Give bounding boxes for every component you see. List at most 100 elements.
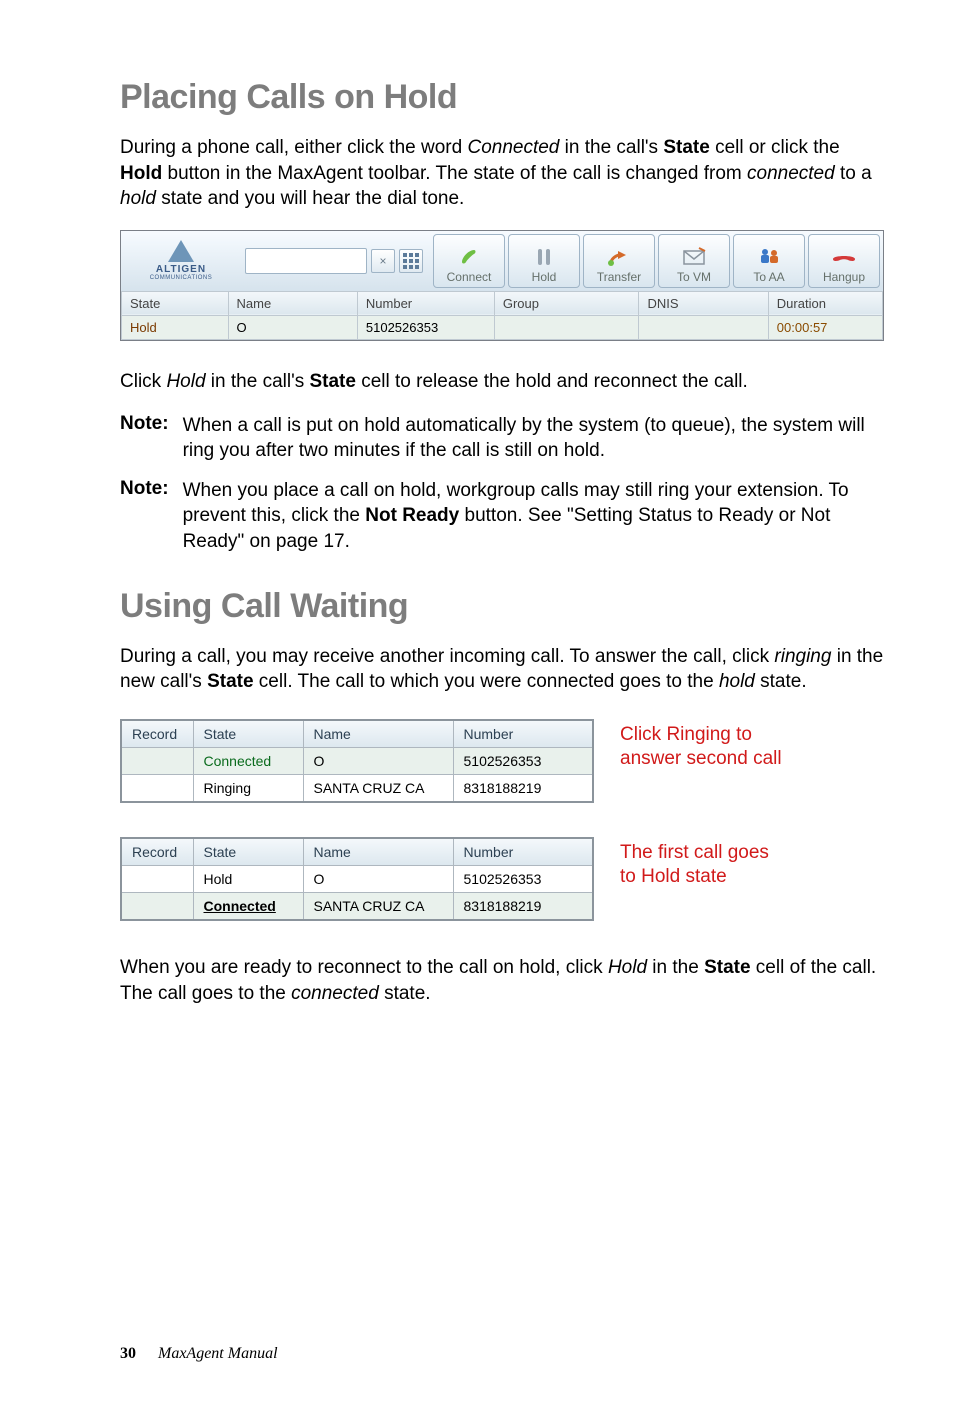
logo-text: ALTIGEN [156, 264, 206, 275]
page-number: 30 [120, 1345, 136, 1362]
toolbar-top: ALTIGEN COMMUNICATIONS × Connect [121, 231, 883, 291]
note-2: Note: When you place a call on hold, wor… [120, 478, 884, 555]
cell-duration: 00:00:57 [768, 315, 882, 339]
t: Not Ready [365, 505, 459, 526]
cell-name: SANTA CRUZ CA [303, 893, 453, 921]
col-group[interactable]: Group [494, 291, 639, 315]
cell-group [494, 315, 639, 339]
cell-number: 8318188219 [453, 775, 593, 803]
annotation-first-call-hold: The first call goes to Hold state [620, 841, 790, 889]
col-name[interactable]: Name [303, 720, 453, 748]
col-number[interactable]: Number [357, 291, 494, 315]
hangup-button[interactable]: Hangup [808, 234, 880, 288]
col-state[interactable]: State [122, 291, 229, 315]
transfer-icon [606, 244, 632, 270]
t: State [207, 671, 253, 692]
t: cell or click the [710, 137, 840, 158]
to-aa-button[interactable]: To AA [733, 234, 805, 288]
t: State [663, 137, 709, 158]
table-row[interactable]: Connected O 5102526353 [121, 748, 593, 775]
toolbar-buttons: Connect Hold Transfer To VM [427, 231, 883, 291]
cell-name: O [303, 866, 453, 893]
t: to a [835, 163, 872, 184]
col-number[interactable]: Number [453, 720, 593, 748]
cell-name: SANTA CRUZ CA [303, 775, 453, 803]
heading-call-waiting: Using Call Waiting [120, 587, 884, 626]
cell-record [121, 775, 193, 803]
t: in the call's [559, 137, 663, 158]
annotation-click-ringing: Click Ringing to answer second call [620, 723, 790, 771]
col-record[interactable]: Record [121, 720, 193, 748]
col-number[interactable]: Number [453, 838, 593, 866]
t: Hold [608, 957, 647, 978]
table-row[interactable]: Hold O 5102526353 [121, 866, 593, 893]
note-text: When a call is put on hold automatically… [183, 413, 884, 464]
cell-state[interactable]: Ringing [193, 775, 303, 803]
cell-dnis [639, 315, 768, 339]
transfer-button[interactable]: Transfer [583, 234, 655, 288]
cell-number: 5102526353 [357, 315, 494, 339]
t: state. [755, 671, 807, 692]
col-state[interactable]: State [193, 720, 303, 748]
col-dnis[interactable]: DNIS [639, 291, 768, 315]
figure-hold: Record State Name Number Hold O 51025263… [120, 837, 884, 921]
cell-state[interactable]: Connected [193, 748, 303, 775]
dial-input-area: × [241, 231, 427, 291]
para-2: Click Hold in the call's State cell to r… [120, 369, 884, 395]
note-text: When you place a call on hold, workgroup… [183, 478, 884, 555]
pause-icon [532, 244, 556, 270]
to-vm-button[interactable]: To VM [658, 234, 730, 288]
t: Hold [120, 163, 162, 184]
calls-mini-table-2: Record State Name Number Hold O 51025263… [120, 837, 594, 921]
t: cell. The call to which you were connect… [254, 671, 719, 692]
col-duration[interactable]: Duration [768, 291, 882, 315]
t: connected [291, 983, 379, 1004]
connect-button[interactable]: Connect [433, 234, 505, 288]
cell-record [121, 893, 193, 921]
handset-icon [457, 244, 481, 270]
t: in the call's [206, 371, 310, 392]
note-1: Note: When a call is put on hold automat… [120, 413, 884, 464]
t: State [309, 371, 355, 392]
col-name[interactable]: Name [303, 838, 453, 866]
calls-grid: State Name Number Group DNIS Duration Ho… [121, 291, 883, 340]
t: button in the MaxAgent toolbar. The stat… [162, 163, 747, 184]
col-state[interactable]: State [193, 838, 303, 866]
cell-state[interactable]: Hold [193, 866, 303, 893]
btn-label: Hangup [823, 270, 865, 284]
para-3: During a call, you may receive another i… [120, 644, 884, 695]
table-row[interactable]: Ringing SANTA CRUZ CA 8318188219 [121, 775, 593, 803]
people-icon [756, 244, 782, 270]
calls-mini-table-1: Record State Name Number Connected O 510… [120, 719, 594, 803]
cell-state[interactable]: Hold [122, 315, 229, 339]
logo-subtext: COMMUNICATIONS [150, 275, 213, 281]
note-label: Note: [120, 413, 169, 464]
logo-triangle-icon [168, 240, 194, 262]
footer-title: MaxAgent Manual [158, 1345, 278, 1362]
cell-number: 8318188219 [453, 893, 593, 921]
btn-label: Transfer [597, 270, 641, 284]
dialpad-button[interactable] [399, 249, 423, 273]
t: State [704, 957, 750, 978]
cell-state[interactable]: Connected [193, 893, 303, 921]
grid-row[interactable]: Hold O 5102526353 00:00:57 [122, 315, 883, 339]
t: state and you will hear the dial tone. [156, 188, 464, 209]
btn-label: To VM [677, 270, 711, 284]
hold-button[interactable]: Hold [508, 234, 580, 288]
t: Hold [166, 371, 205, 392]
maxagent-toolbar-figure: ALTIGEN COMMUNICATIONS × Connect [120, 230, 884, 341]
btn-label: To AA [753, 270, 784, 284]
table-row[interactable]: Connected SANTA CRUZ CA 8318188219 [121, 893, 593, 921]
cell-record [121, 748, 193, 775]
col-record[interactable]: Record [121, 838, 193, 866]
hangup-icon [830, 244, 858, 270]
col-name[interactable]: Name [228, 291, 357, 315]
t: During a call, you may receive another i… [120, 646, 774, 667]
t: During a phone call, either click the wo… [120, 137, 467, 158]
envelope-icon [681, 244, 707, 270]
t: Connected [467, 137, 559, 158]
dial-input[interactable] [245, 248, 367, 274]
t: connected [747, 163, 835, 184]
cell-name: O [303, 748, 453, 775]
clear-button[interactable]: × [371, 249, 395, 273]
